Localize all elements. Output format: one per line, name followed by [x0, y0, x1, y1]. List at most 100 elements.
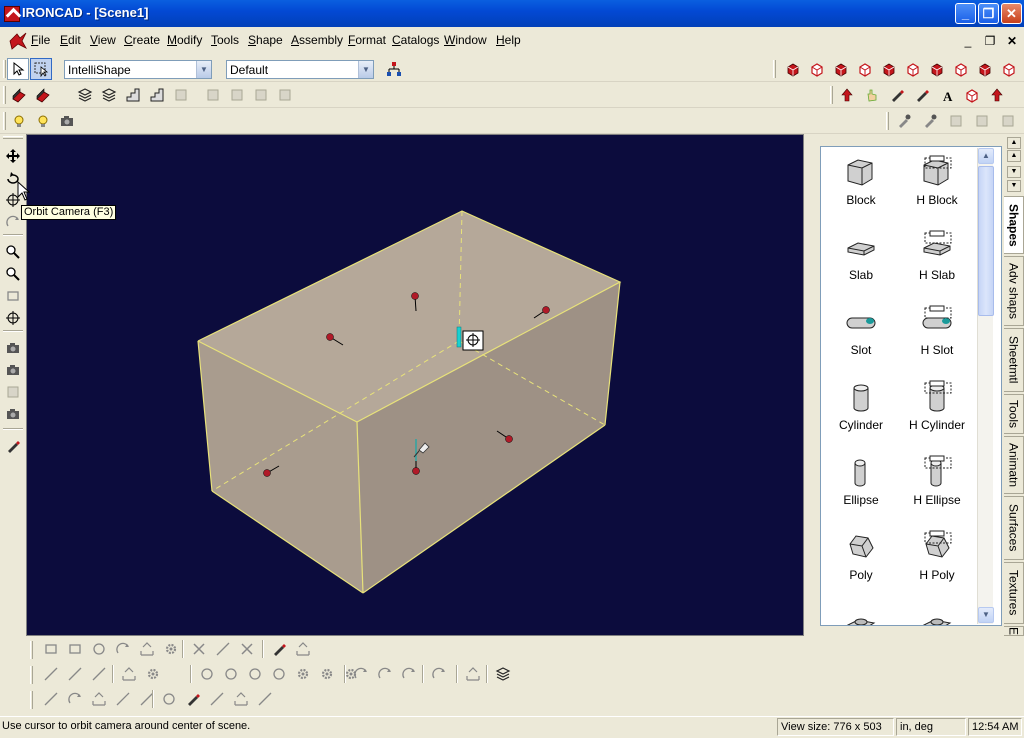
- zoom-button[interactable]: [3, 242, 23, 262]
- chamfer-button[interactable]: [202, 84, 224, 106]
- scroll-thumb[interactable]: [978, 166, 994, 316]
- anchor-handle[interactable]: [542, 306, 550, 314]
- select-part-button[interactable]: [30, 58, 52, 80]
- paint-button[interactable]: [886, 84, 908, 106]
- view-front-button[interactable]: [782, 58, 804, 80]
- blend-button[interactable]: [122, 84, 144, 106]
- sketch-tool-1-0-2-button[interactable]: [88, 663, 110, 685]
- fit-all-button[interactable]: [3, 308, 23, 328]
- scene-browser-button[interactable]: [383, 58, 405, 80]
- menu-file[interactable]: File: [31, 33, 50, 47]
- sketch-tool-1-0-0-button[interactable]: [40, 663, 62, 685]
- camera-button[interactable]: [56, 110, 78, 132]
- tab-scroll-down-button[interactable]: ▼: [1007, 180, 1021, 192]
- toolbar-grip[interactable]: [3, 86, 6, 104]
- zoom-box-button[interactable]: [3, 286, 23, 306]
- catalog-item-slab[interactable]: Slab: [821, 224, 901, 299]
- sketch-tool-1-2-3-button[interactable]: [268, 663, 290, 685]
- sketch-tool-0-1-2-button[interactable]: [236, 638, 258, 660]
- sketch-tool-2-0-2-button[interactable]: [88, 688, 110, 710]
- walk-button[interactable]: [3, 212, 23, 232]
- tab-scroll-down-button[interactable]: ▼: [1007, 166, 1021, 178]
- tab-animatn[interactable]: Animatn: [1004, 436, 1024, 494]
- sketch-tool-2-0-3-button[interactable]: [112, 688, 134, 710]
- catalog-item-cylinder[interactable]: Cylinder: [821, 374, 901, 449]
- sketch-tool-1-0-1-button[interactable]: [64, 663, 86, 685]
- catalog-item-h-slot[interactable]: H Slot: [897, 299, 977, 374]
- restore-view-button[interactable]: [3, 382, 23, 402]
- shapes-catalog[interactable]: Block H Block Slab H Slab Slot H Slot Cylinder…: [820, 146, 1002, 626]
- sketch-tool-0-1-1-button[interactable]: [212, 638, 234, 660]
- sketch-tool-2-1-3-button[interactable]: [230, 688, 252, 710]
- smart-snap-button[interactable]: [861, 84, 883, 106]
- tab-adv-shaps[interactable]: Adv shaps: [1004, 256, 1024, 326]
- 3d-viewport[interactable]: [26, 134, 804, 636]
- menu-format[interactable]: Format: [348, 33, 386, 47]
- tab-scroll-up-button[interactable]: ▲: [1007, 137, 1021, 149]
- catalog-item-poly[interactable]: Poly: [821, 524, 901, 599]
- menu-help[interactable]: Help: [496, 33, 521, 47]
- sketch-tool-1-3-1-button[interactable]: [374, 663, 396, 685]
- camera-view-button[interactable]: [3, 338, 23, 358]
- catalog-scrollbar[interactable]: ▲ ▼: [977, 148, 994, 624]
- loft-button[interactable]: [98, 84, 120, 106]
- spin-button[interactable]: [32, 84, 54, 106]
- sketch-tool-1-5-0-button[interactable]: [462, 663, 484, 685]
- close-button[interactable]: ✕: [1001, 3, 1022, 24]
- catalog-item-h-ellipse[interactable]: H Ellipse: [897, 449, 977, 524]
- sketch-tool-0-2-0-button[interactable]: [268, 638, 290, 660]
- fillet-button[interactable]: [170, 84, 192, 106]
- tab-sheetmtl[interactable]: Sheetmtl: [1004, 328, 1024, 392]
- smartpaint-button[interactable]: [911, 84, 933, 106]
- sketch-tool-2-0-1-button[interactable]: [64, 688, 86, 710]
- view-right-button[interactable]: [854, 58, 876, 80]
- align-button[interactable]: [971, 110, 993, 132]
- tab-e[interactable]: E: [1004, 626, 1024, 636]
- position-button[interactable]: [986, 84, 1008, 106]
- tab-textures[interactable]: Textures: [1004, 562, 1024, 624]
- section-button[interactable]: [961, 84, 983, 106]
- view-top-button[interactable]: [878, 58, 900, 80]
- face-rotate-button[interactable]: [250, 84, 272, 106]
- scroll-down-button[interactable]: ▼: [978, 607, 994, 623]
- chevron-down-icon[interactable]: ▼: [196, 61, 211, 78]
- toolbar-grip[interactable]: [30, 641, 33, 659]
- sketch-tool-2-0-4-button[interactable]: [136, 688, 158, 710]
- menu-assembly[interactable]: Assembly: [291, 33, 343, 47]
- menu-window[interactable]: Window: [444, 33, 487, 47]
- toolbar-grip[interactable]: [3, 136, 23, 139]
- menu-shape[interactable]: Shape: [248, 33, 283, 47]
- sketch-tool-0-0-0-button[interactable]: [40, 638, 62, 660]
- toolbar-grip[interactable]: [3, 112, 6, 130]
- save-view-button[interactable]: [3, 360, 23, 380]
- view-iso-3-button[interactable]: [974, 58, 996, 80]
- pan-camera-button[interactable]: [3, 146, 23, 166]
- sketch-tool-0-0-3-button[interactable]: [112, 638, 134, 660]
- render-button[interactable]: [8, 110, 30, 132]
- doc-restore-button[interactable]: ❐: [981, 33, 999, 50]
- view-bottom-button[interactable]: [902, 58, 924, 80]
- chevron-down-icon[interactable]: ▼: [358, 61, 373, 78]
- tab-scroll-up-button[interactable]: ▲: [1007, 150, 1021, 162]
- menu-view[interactable]: View: [90, 33, 116, 47]
- catalog-item-h-slab[interactable]: H Slab: [897, 224, 977, 299]
- sketch-tool-1-1-0-button[interactable]: [118, 663, 140, 685]
- sketch-tool-0-0-4-button[interactable]: [136, 638, 158, 660]
- document-icon[interactable]: [8, 32, 28, 50]
- pick-color-button[interactable]: [893, 110, 915, 132]
- anchor-handle[interactable]: [263, 469, 271, 477]
- triball-button[interactable]: [836, 84, 858, 106]
- style-select[interactable]: Default ▼: [226, 60, 374, 79]
- view-iso-4-button[interactable]: [998, 58, 1020, 80]
- sketch-tool-2-1-2-button[interactable]: [206, 688, 228, 710]
- anchor-handle[interactable]: [411, 292, 419, 300]
- tab-tools[interactable]: Tools: [1004, 394, 1024, 434]
- view-iso-2-button[interactable]: [950, 58, 972, 80]
- apply-color-button[interactable]: [919, 110, 941, 132]
- sketch-tool-1-6-0-button[interactable]: [492, 663, 514, 685]
- toolbar-grip[interactable]: [773, 60, 776, 78]
- sketch-tool-1-2-2-button[interactable]: [244, 663, 266, 685]
- ironcad-logo-icon[interactable]: [4, 6, 20, 22]
- sketch-tool-2-1-0-button[interactable]: [158, 688, 180, 710]
- mate-button[interactable]: [945, 110, 967, 132]
